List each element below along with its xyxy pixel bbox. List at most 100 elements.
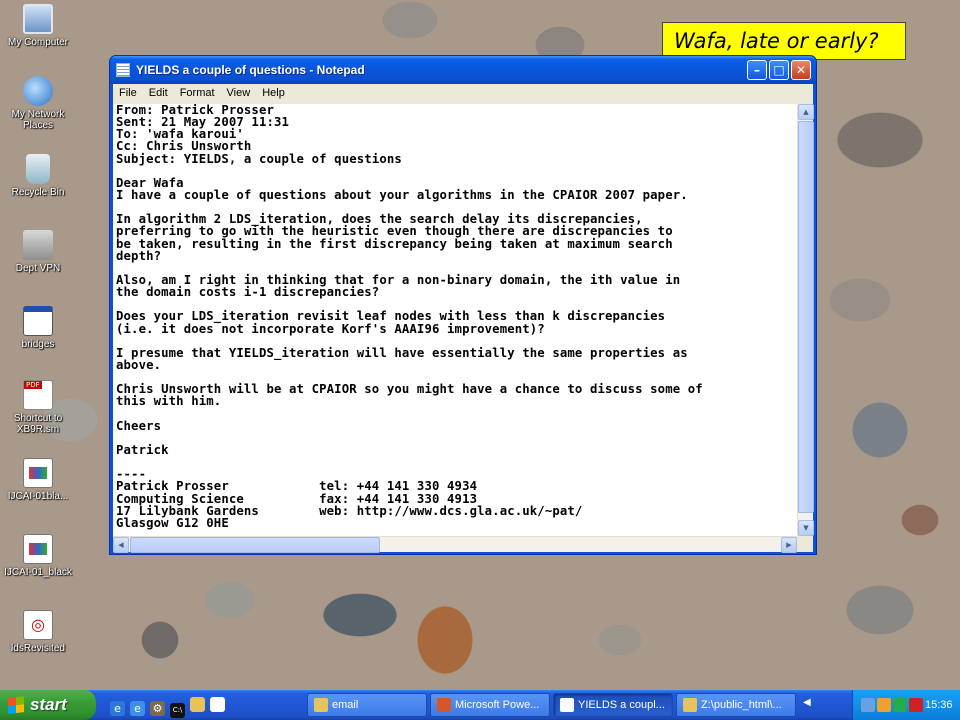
text-line [116, 165, 797, 177]
text-line [116, 335, 797, 347]
internet-explorer-icon[interactable]: e [110, 701, 125, 716]
powerpoint-file-icon [23, 458, 53, 488]
desktop-icon-label: Recycle Bin [11, 187, 65, 198]
menu-file[interactable]: File [113, 84, 143, 99]
menu-edit[interactable]: Edit [143, 84, 174, 99]
vpn-icon [23, 230, 53, 260]
folder-icon [683, 698, 697, 712]
text-line: this with him. [116, 394, 222, 409]
close-button[interactable]: ✕ [791, 60, 811, 80]
text-line: be taken, resulting in the first discrep… [116, 236, 673, 251]
windows-logo-icon [8, 696, 24, 714]
recycle-bin-icon [26, 154, 50, 184]
text-line: 17 Lilybank Gardens web: http://www.dcs.… [116, 503, 583, 518]
command-prompt-icon[interactable]: C:\ [170, 703, 185, 718]
desktop-icon-network-places[interactable]: My Network Places [0, 76, 76, 131]
desktop-icon-ijcai-01-black[interactable]: IJCAI-01_black [0, 534, 76, 578]
system-tray: 15:36 [852, 690, 960, 720]
window-shortcut-icon [23, 306, 53, 336]
minimize-button[interactable]: – [747, 60, 767, 80]
scroll-up-arrow-icon[interactable]: ▲ [798, 104, 814, 120]
document-icon [23, 610, 53, 640]
explorer-folder-icon[interactable] [190, 697, 205, 712]
desktop-icon-label: My Computer [7, 37, 68, 48]
desktop-icon-dept-vpn[interactable]: Dept VPN [0, 230, 76, 274]
task-label: YIELDS a coupl... [578, 699, 665, 711]
desktop-icon-label: IJCAI-01bla... [7, 491, 69, 502]
my-computer-icon [23, 4, 53, 34]
alert-tray-icon[interactable] [877, 698, 891, 712]
menu-bar: File Edit Format View Help [113, 84, 813, 104]
desktop-icon-label: ldsRevisited [11, 643, 65, 654]
desktop-icon-ldsrevisited[interactable]: ldsRevisited [0, 610, 76, 654]
notepad-quick-icon[interactable] [210, 697, 225, 712]
notepad-icon [116, 63, 130, 77]
pdf-icon [23, 380, 53, 410]
scroll-left-arrow-icon[interactable]: ◀ [113, 537, 129, 553]
desktop-icon-label: Shortcut to XB9R.sm [13, 413, 63, 435]
taskbar: start e e ⚙ C:\ email Microsoft Powe... YIE… [0, 690, 960, 720]
task-public-html[interactable]: Z:\public_html\... [676, 693, 796, 717]
menu-help[interactable]: Help [256, 84, 291, 99]
horizontal-scroll-thumb[interactable] [130, 537, 380, 553]
taskbar-expand-arrow-icon[interactable]: ◀ [803, 697, 811, 708]
maximize-button[interactable]: □ [769, 60, 789, 80]
folder-icon [314, 698, 328, 712]
vertical-scroll-thumb[interactable] [798, 121, 814, 513]
menu-format[interactable]: Format [174, 84, 221, 99]
notepad-window: YIELDS a couple of questions - Notepad –… [109, 55, 817, 555]
notepad-icon [560, 698, 574, 712]
text-line: the domain costs i-1 discrepancies? [116, 285, 380, 300]
task-powerpoint[interactable]: Microsoft Powe... [430, 693, 550, 717]
task-label: email [332, 699, 359, 711]
start-button[interactable]: start [0, 690, 96, 720]
text-line: Patrick Prosser tel: +44 141 330 4934 [116, 479, 478, 494]
desktop-icon-ijcai-01bla[interactable]: IJCAI-01bla... [0, 458, 76, 502]
text-line: Computing Science fax: +44 141 330 4913 [116, 491, 478, 506]
text-line: Glasgow G12 0HE [116, 515, 229, 530]
text-line: Does your LDS_iteration revisit leaf nod… [116, 309, 666, 324]
text-line: Cc: Chris Unsworth [116, 139, 252, 154]
start-label: start [30, 695, 67, 714]
text-line: I presume that YIELDS_iteration will hav… [116, 345, 688, 360]
size-grip [797, 536, 813, 552]
task-email[interactable]: email [307, 693, 427, 717]
powerpoint-file-icon [23, 534, 53, 564]
text-line [116, 456, 797, 468]
text-line: Cheers [116, 418, 162, 433]
scroll-down-arrow-icon[interactable]: ▼ [798, 520, 814, 536]
desktop-icon-bridges[interactable]: bridges [0, 306, 76, 350]
text-line: Patrick [116, 442, 169, 457]
clock[interactable]: 15:36 [925, 690, 953, 720]
text-line: (i.e. it does not incorporate Korf's AAA… [116, 321, 545, 336]
window-title: YIELDS a couple of questions - Notepad [136, 63, 365, 77]
network-places-icon [23, 76, 53, 106]
task-label: Microsoft Powe... [455, 699, 540, 711]
quick-launch: e e ⚙ C:\ [110, 697, 230, 718]
text-line [116, 432, 797, 444]
task-notepad[interactable]: YIELDS a coupl... [553, 693, 673, 717]
ati-tray-icon[interactable] [909, 698, 923, 712]
ie-alt-icon[interactable]: e [130, 701, 145, 716]
text-editor-area[interactable]: From: Patrick Prosser Sent: 21 May 2007 1… [113, 104, 797, 536]
horizontal-scrollbar[interactable]: ◀ ▶ [113, 536, 797, 553]
desktop-icon-label: IJCAI-01_black [4, 567, 72, 578]
desktop-icon-label: My Network Places [11, 109, 65, 131]
security-tray-icon[interactable] [893, 698, 907, 712]
network-tray-icon[interactable] [861, 698, 875, 712]
desktop-icon-my-computer[interactable]: My Computer [0, 4, 76, 48]
window-titlebar[interactable]: YIELDS a couple of questions - Notepad –… [110, 56, 816, 84]
desktop-icon-xb9r-shortcut[interactable]: Shortcut to XB9R.sm [0, 380, 76, 435]
tool-icon[interactable]: ⚙ [150, 701, 165, 716]
text-line: I have a couple of questions about your … [116, 187, 688, 202]
text-line: preferring to go with the heuristic even… [116, 224, 673, 239]
desktop-icon-recycle-bin[interactable]: Recycle Bin [0, 154, 76, 198]
text-line: depth? [116, 248, 162, 263]
powerpoint-icon [437, 698, 451, 712]
task-label: Z:\public_html\... [701, 699, 782, 711]
text-line: above. [116, 357, 162, 372]
text-line [116, 408, 797, 420]
scroll-right-arrow-icon[interactable]: ▶ [781, 537, 797, 553]
menu-view[interactable]: View [221, 84, 257, 99]
vertical-scrollbar[interactable]: ▲ ▼ [797, 104, 814, 536]
